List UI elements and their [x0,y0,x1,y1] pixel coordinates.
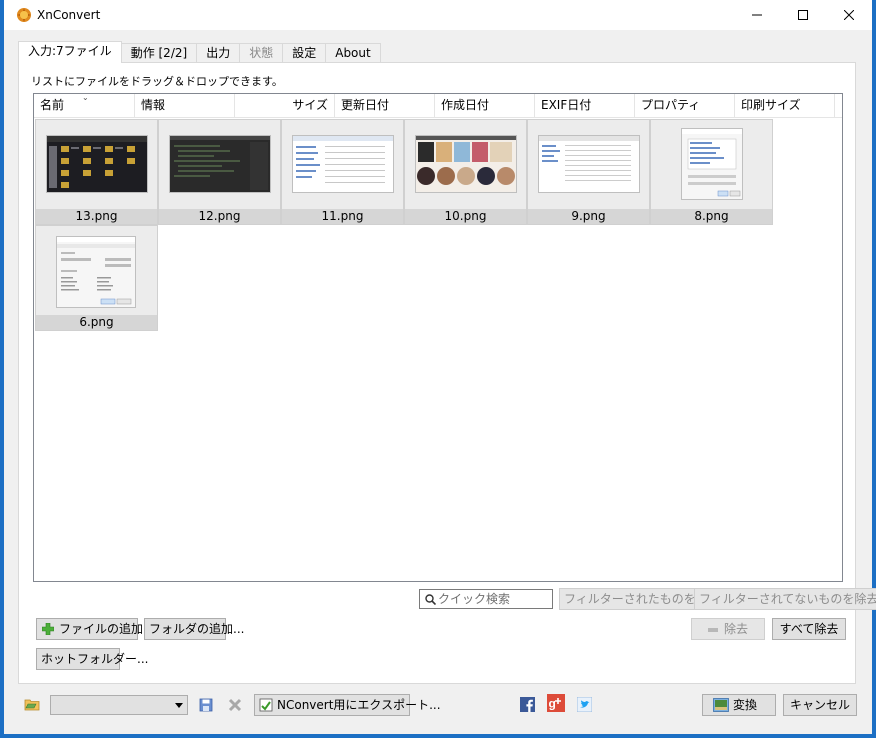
column-name[interactable]: 名前 ⌄ [34,94,135,118]
search-placeholder: クイック検索 [438,592,511,606]
remove-button[interactable]: 除去 [691,618,765,640]
window-title: XnConvert [37,8,101,22]
add-icon [42,623,54,635]
column-print-size[interactable]: 印刷サイズ [735,94,835,118]
twitter-icon[interactable] [577,697,592,712]
search-icon [425,594,436,605]
minimize-icon [752,14,762,16]
file-thumbnail[interactable]: 13.png [35,119,158,225]
facebook-icon[interactable] [520,697,535,712]
column-info[interactable]: 情報 [135,94,235,118]
sort-caret-icon: ⌄ [82,94,89,102]
svg-text:g: g [549,697,556,711]
tab-about[interactable]: About [325,43,381,63]
column-size[interactable]: サイズ [235,94,335,118]
column-name-label: 名前 [40,98,65,112]
maximize-button[interactable] [780,0,826,30]
remove-all-button[interactable]: すべて除去 [772,618,846,640]
open-folder-icon[interactable] [24,696,40,712]
add-files-label: ファイルの追加... [59,622,155,636]
convert-label: 変換 [733,698,758,712]
add-files-button[interactable]: ファイルの追加... [36,618,154,640]
thumbnail-image [538,135,640,193]
google-plus-icon[interactable]: g [547,694,565,712]
screenshot-preview-icon [416,136,516,185]
file-name: 6.png [36,315,157,330]
minus-icon [708,628,718,632]
column-exif-date[interactable]: EXIF日付 [535,94,635,118]
thumbnail-image [292,135,394,193]
tab-settings[interactable]: 設定 [282,43,327,63]
convert-icon [713,698,729,712]
preset-combobox[interactable] [50,695,188,715]
file-name: 13.png [36,209,157,224]
hot-folder-button[interactable]: ホットフォルダー... [36,648,148,670]
delete-icon[interactable] [228,698,242,712]
file-thumbnail[interactable]: 6.png [35,225,158,331]
file-list-header: 名前 ⌄ 情報 サイズ 更新日付 作成日付 EXIF日付 プロパティ 印刷サイズ [34,94,842,118]
thumbnail-image [415,135,517,193]
file-thumbnail[interactable]: 10.png [404,119,527,225]
xnconvert-logo-icon [17,8,31,22]
drag-drop-hint: リストにファイルをドラッグ＆ドロップできます。 [31,75,283,88]
column-properties[interactable]: プロパティ [635,94,735,118]
input-panel: リストにファイルをドラッグ＆ドロップできます。 名前 ⌄ 情報 サイズ 更新日付… [18,62,876,684]
file-thumbnail[interactable]: 12.png [158,119,281,225]
minimize-button[interactable] [734,0,780,30]
export-icon [259,698,273,712]
screenshot-preview-icon [293,136,393,183]
screenshot-preview-icon [57,237,135,305]
title-bar: XnConvert [4,0,872,30]
tab-output[interactable]: 出力 [196,43,241,63]
thumbnail-image [169,135,271,193]
file-thumbnail[interactable]: 11.png [281,119,404,225]
column-modified-date[interactable]: 更新日付 [335,94,435,118]
close-button[interactable] [826,0,872,30]
chevron-down-icon [175,703,183,708]
save-icon[interactable] [199,698,213,712]
file-thumbnail[interactable]: 9.png [527,119,650,225]
screenshot-preview-icon [539,136,639,181]
export-nconvert-button[interactable]: NConvert用にエクスポート... [254,694,441,716]
tab-status[interactable]: 状態 [239,43,284,63]
cancel-button[interactable]: キャンセル [783,694,857,716]
tab-actions[interactable]: 動作 [2/2] [120,43,198,63]
xnconvert-window: XnConvert 入力:7ファイル 動作 [2/2] 出力 状態 設定 Abo… [4,0,876,734]
remove-label: 除去 [724,622,749,636]
thumbnail-image [681,128,743,200]
file-name: 8.png [651,209,772,224]
add-folder-button[interactable]: フォルダの追加... [144,618,244,640]
file-name: 10.png [405,209,526,224]
export-label: NConvert用にエクスポート... [277,698,441,712]
screenshot-preview-icon [170,136,270,190]
quick-search-input[interactable]: クイック検索 [419,589,553,609]
thumbnail-image [46,135,148,193]
column-created-date[interactable]: 作成日付 [435,94,535,118]
column-overflow [835,94,842,118]
tab-bar: 入力:7ファイル 動作 [2/2] 出力 状態 設定 About [18,41,381,63]
maximize-icon [798,10,808,20]
convert-button[interactable]: 変換 [702,694,776,716]
file-thumbnail[interactable]: 8.png [650,119,773,225]
file-name: 12.png [159,209,280,224]
screenshot-preview-icon [47,136,147,188]
tab-input[interactable]: 入力:7ファイル [18,41,122,63]
file-list[interactable]: 名前 ⌄ 情報 サイズ 更新日付 作成日付 EXIF日付 プロパティ 印刷サイズ [33,93,843,582]
screenshot-preview-icon [682,129,742,197]
file-name: 9.png [528,209,649,224]
thumbnail-image [56,236,136,308]
file-name: 11.png [282,209,403,224]
close-icon [844,10,854,20]
remove-unfiltered-button[interactable]: フィルターされてないものを除去 [694,588,876,610]
